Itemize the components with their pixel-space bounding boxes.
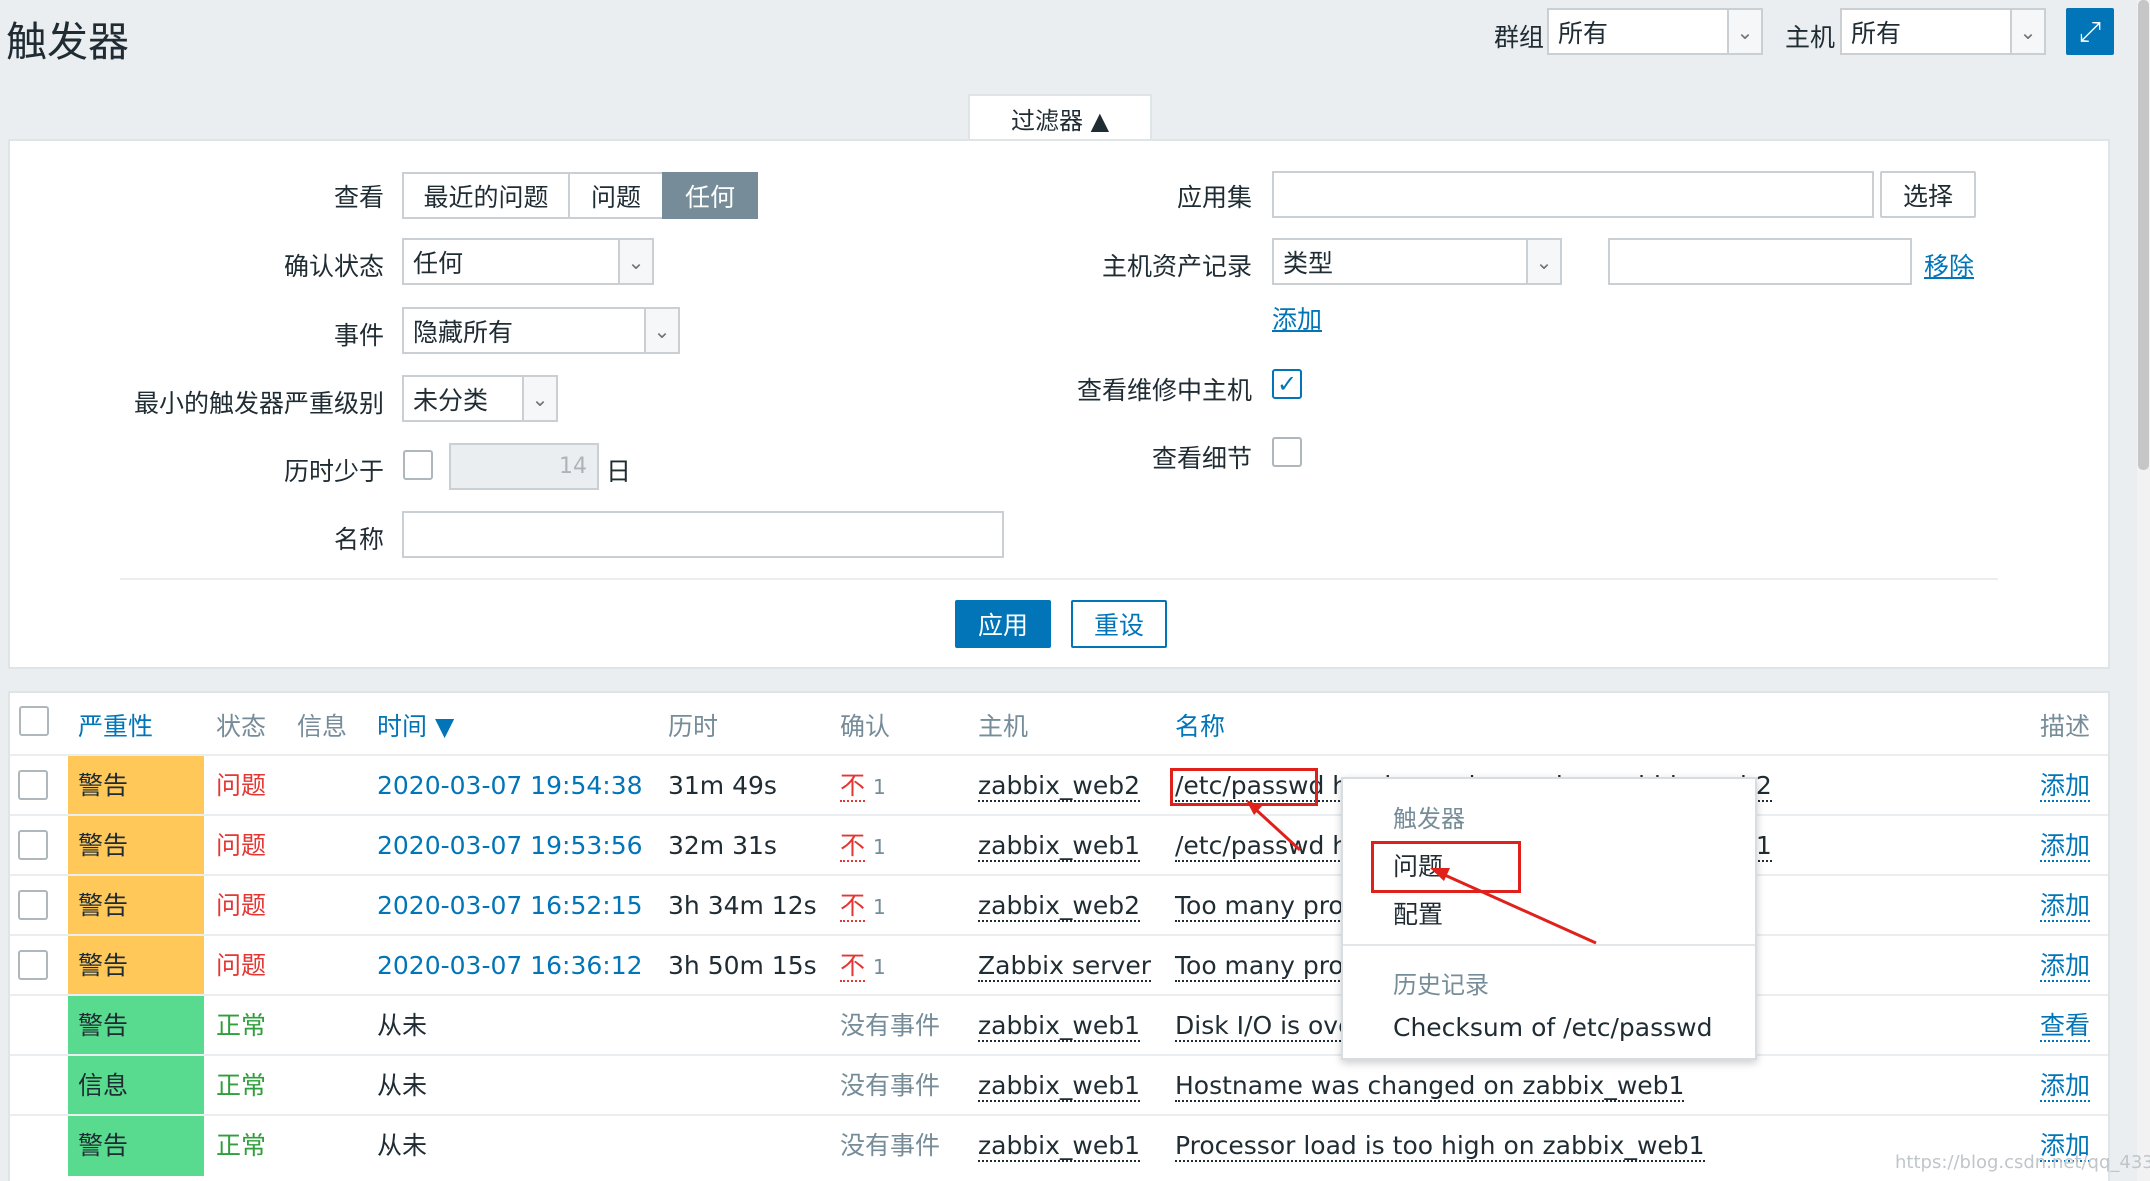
watermark: https://blog.csdn.net/qq_43395882 <box>1895 1152 2150 1173</box>
annotation-arrows <box>1246 800 1597 945</box>
scrollbar-thumb[interactable] <box>2138 0 2149 470</box>
